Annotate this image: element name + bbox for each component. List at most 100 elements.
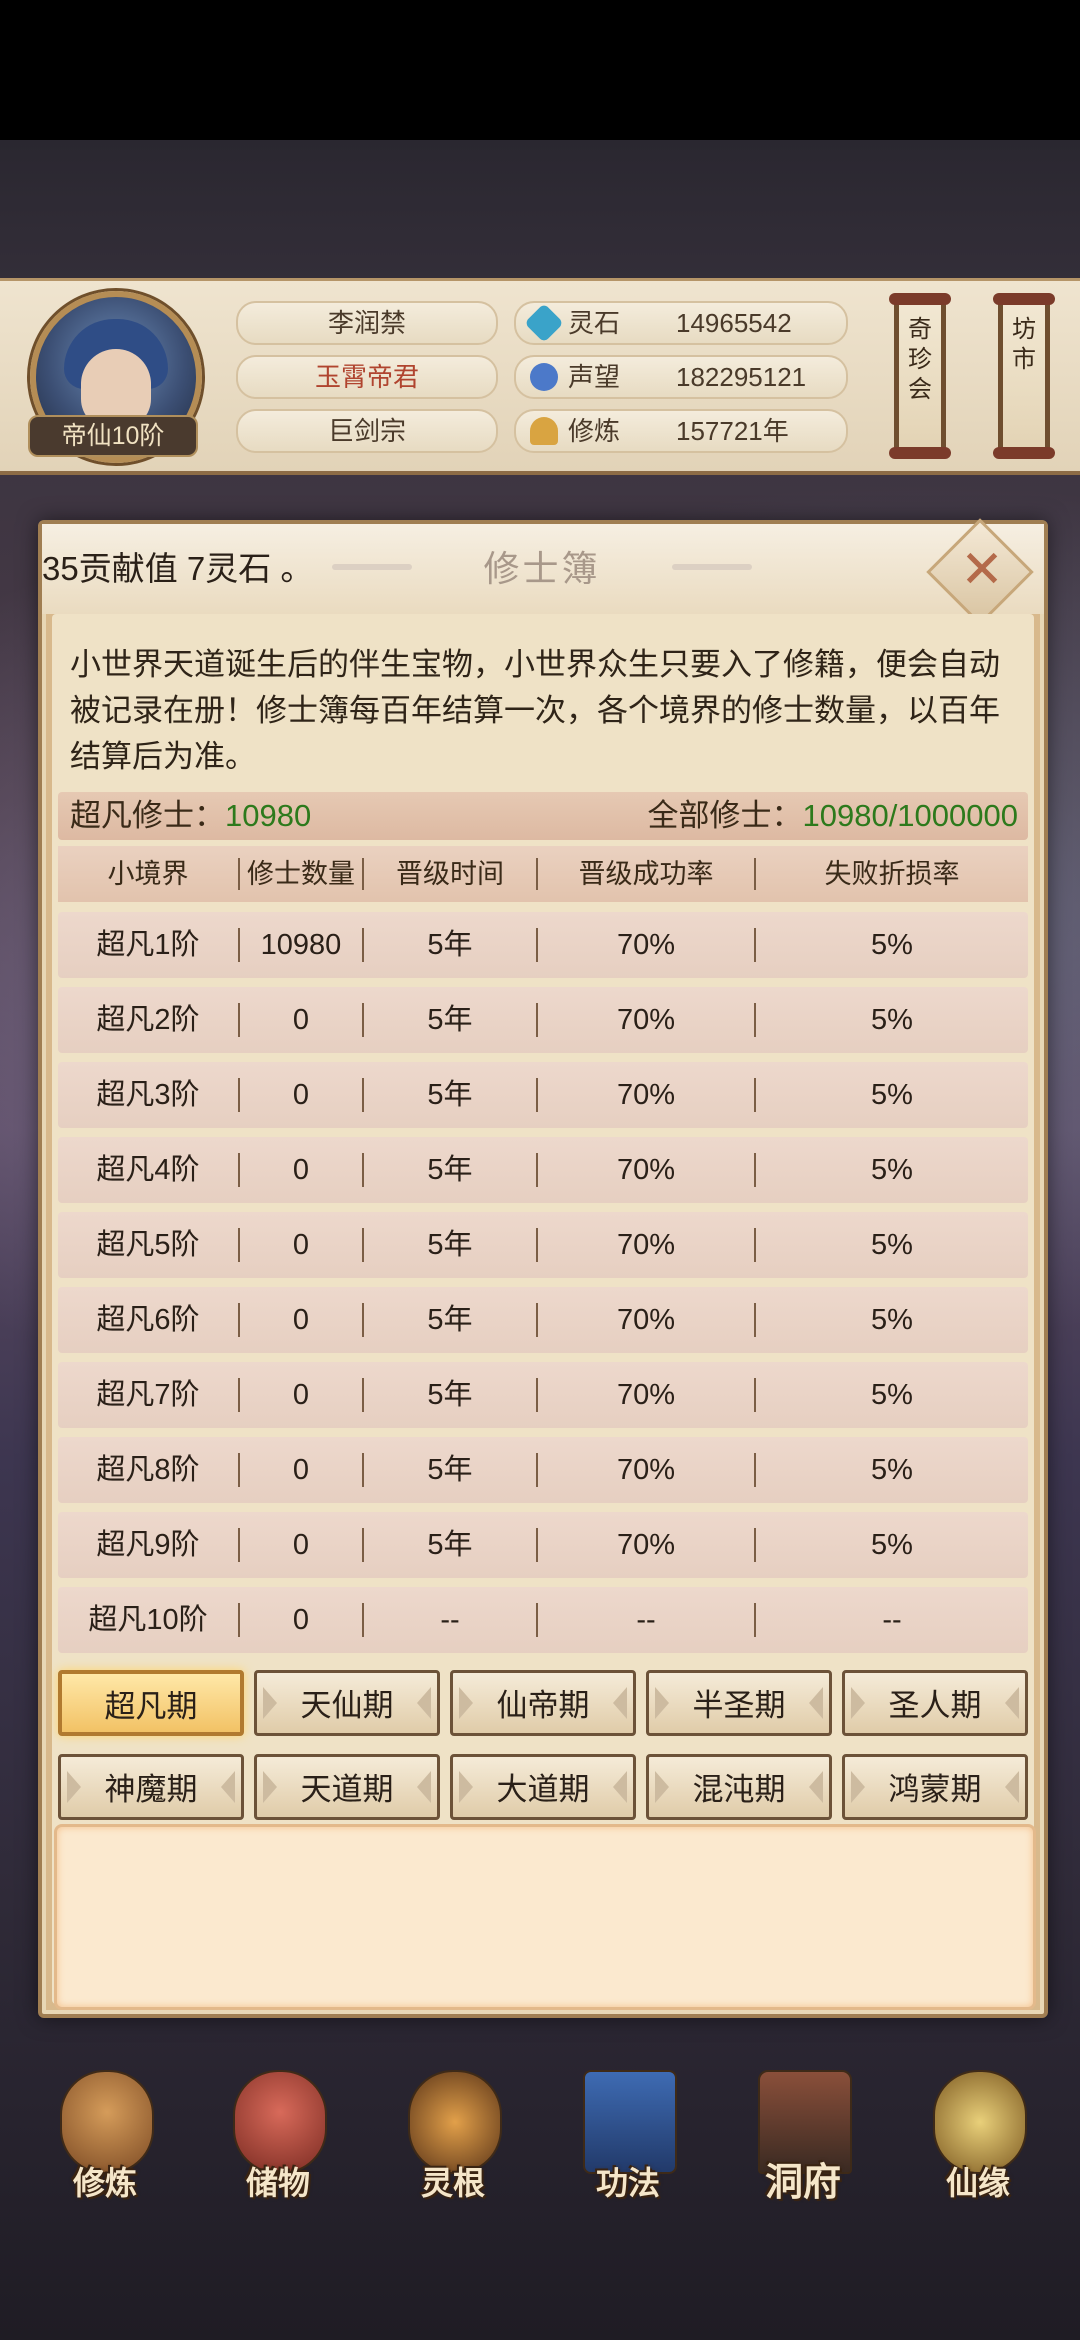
market-scroll[interactable]: 坊市	[993, 293, 1055, 459]
tab-realm-1-0[interactable]: 神魔期	[58, 1754, 244, 1820]
tab-realm-1-4[interactable]: 鸿蒙期	[842, 1754, 1028, 1820]
cell-loss-rate: 5%	[871, 929, 913, 961]
nav-technique[interactable]: 功法	[548, 2050, 708, 2230]
column-divider	[754, 1378, 756, 1412]
cell-sub-realm: 超凡4阶	[96, 1154, 200, 1186]
column-divider	[536, 1078, 538, 1112]
dialog-description: 小世界天道诞生后的伴生宝物，小世界众生只要入了修籍，便会自动被记录在册！修士簿每…	[70, 647, 1000, 774]
cell-loss-rate: 5%	[871, 1304, 913, 1336]
tab-label: 半圣期	[692, 1688, 786, 1723]
column-divider	[238, 1453, 240, 1487]
cell-success-rate: 70%	[616, 1154, 676, 1186]
cell-time: 5年	[427, 1004, 473, 1036]
cultivator-register-dialog: 修士簿 35贡献值 7灵石 。 ✕ 小世界天道诞生后的伴生宝物，小世界众生只要入…	[38, 518, 1048, 2018]
header-sub-realm: 小境界	[107, 859, 189, 889]
total-count-label: 全部修士：	[647, 798, 803, 833]
cell-count: 0	[292, 1004, 310, 1036]
arrow-right-icon	[613, 1771, 627, 1803]
stat-spirit-stone: 灵石 14965542	[514, 301, 848, 345]
treasure-fair-scroll[interactable]: 奇珍会	[889, 293, 951, 459]
cell-success-rate: 70%	[616, 1304, 676, 1336]
tab-label: 天仙期	[300, 1688, 394, 1723]
cell-loss-rate: --	[882, 1604, 902, 1636]
arrow-right-icon	[221, 1771, 235, 1803]
dialog-title-bar: 修士簿 35贡献值 7灵石 。 ✕	[42, 518, 1044, 626]
cell-success-rate: 70%	[616, 1079, 676, 1111]
nav-immortal-fate[interactable]: 仙缘	[898, 2050, 1058, 2230]
stat-value: 157721年	[676, 416, 789, 446]
column-divider	[536, 1003, 538, 1037]
stat-label: 声望	[568, 362, 621, 392]
cell-sub-realm: 超凡2阶	[96, 1004, 200, 1036]
column-divider	[536, 928, 538, 962]
tab-label: 神魔期	[104, 1772, 198, 1807]
nav-label: 修炼	[72, 2165, 137, 2201]
stat-value: 14965542	[676, 308, 792, 338]
tab-realm-0-1[interactable]: 天仙期	[254, 1670, 440, 1736]
dialog-title: 修士簿	[483, 548, 601, 589]
column-divider	[238, 1078, 240, 1112]
table-row: 超凡1阶 10980 5年 70% 5%	[58, 912, 1028, 978]
info-text-box	[54, 1824, 1036, 2010]
tab-label: 超凡期	[104, 1689, 198, 1724]
column-divider	[536, 1453, 538, 1487]
cell-sub-realm: 超凡10阶	[88, 1604, 208, 1636]
nav-cave-residence[interactable]: 洞府	[723, 2050, 883, 2230]
column-divider	[362, 1528, 364, 1562]
tab-realm-0-4[interactable]: 圣人期	[842, 1670, 1028, 1736]
arrow-left-icon	[655, 1771, 669, 1803]
arrow-left-icon	[459, 1687, 473, 1719]
close-icon[interactable]: ✕	[950, 538, 1014, 602]
nav-label: 功法	[595, 2165, 660, 2201]
arrow-right-icon	[1005, 1687, 1019, 1719]
column-divider	[536, 1603, 538, 1637]
column-divider	[754, 1228, 756, 1262]
column-divider	[536, 1153, 538, 1187]
table-row: 超凡5阶 0 5年 70% 5%	[58, 1212, 1028, 1278]
arrow-left-icon	[263, 1687, 277, 1719]
column-divider	[536, 1378, 538, 1412]
tab-realm-1-3[interactable]: 混沌期	[646, 1754, 832, 1820]
arrow-left-icon	[263, 1771, 277, 1803]
cell-sub-realm: 超凡1阶	[96, 929, 200, 961]
nav-cultivate[interactable]: 修炼	[25, 2050, 185, 2230]
cell-time: 5年	[427, 929, 473, 961]
player-sect: 巨剑宗	[236, 409, 498, 453]
cell-time: 5年	[427, 1529, 473, 1561]
cell-time: 5年	[427, 1454, 473, 1486]
column-divider	[362, 1228, 364, 1262]
header-count: 修士数量	[247, 859, 355, 889]
tab-realm-0-3[interactable]: 半圣期	[646, 1670, 832, 1736]
nav-storage[interactable]: 储物	[198, 2050, 358, 2230]
table-row: 超凡2阶 0 5年 70% 5%	[58, 987, 1028, 1053]
nav-spirit-root[interactable]: 灵根	[373, 2050, 533, 2230]
tab-realm-0-0[interactable]: 超凡期	[58, 1670, 244, 1736]
cell-loss-rate: 5%	[871, 1154, 913, 1186]
column-divider	[362, 1003, 364, 1037]
tab-label: 大道期	[496, 1772, 590, 1807]
arrow-left-icon	[655, 1687, 669, 1719]
tab-realm-0-2[interactable]: 仙帝期	[450, 1670, 636, 1736]
realm-count-value: 10980	[225, 798, 312, 833]
cell-sub-realm: 超凡8阶	[96, 1454, 200, 1486]
arrow-left-icon	[851, 1687, 865, 1719]
cell-time: 5年	[427, 1229, 473, 1261]
column-divider	[754, 928, 756, 962]
tab-realm-1-2[interactable]: 大道期	[450, 1754, 636, 1820]
column-divider	[754, 1528, 756, 1562]
column-divider	[362, 1078, 364, 1112]
arrow-right-icon	[809, 1687, 823, 1719]
arrow-right-icon	[613, 1687, 627, 1719]
nav-label: 灵根	[420, 2165, 485, 2201]
tab-realm-1-1[interactable]: 天道期	[254, 1754, 440, 1820]
cell-loss-rate: 5%	[871, 1229, 913, 1261]
cell-count: 0	[292, 1604, 310, 1636]
cell-count: 0	[292, 1454, 310, 1486]
cell-sub-realm: 超凡6阶	[96, 1304, 200, 1336]
column-divider	[238, 1153, 240, 1187]
cell-time: 5年	[427, 1154, 473, 1186]
cell-count: 0	[292, 1304, 310, 1336]
tab-label: 鸿蒙期	[888, 1772, 982, 1807]
cell-success-rate: 70%	[616, 1379, 676, 1411]
cell-loss-rate: 5%	[871, 1379, 913, 1411]
